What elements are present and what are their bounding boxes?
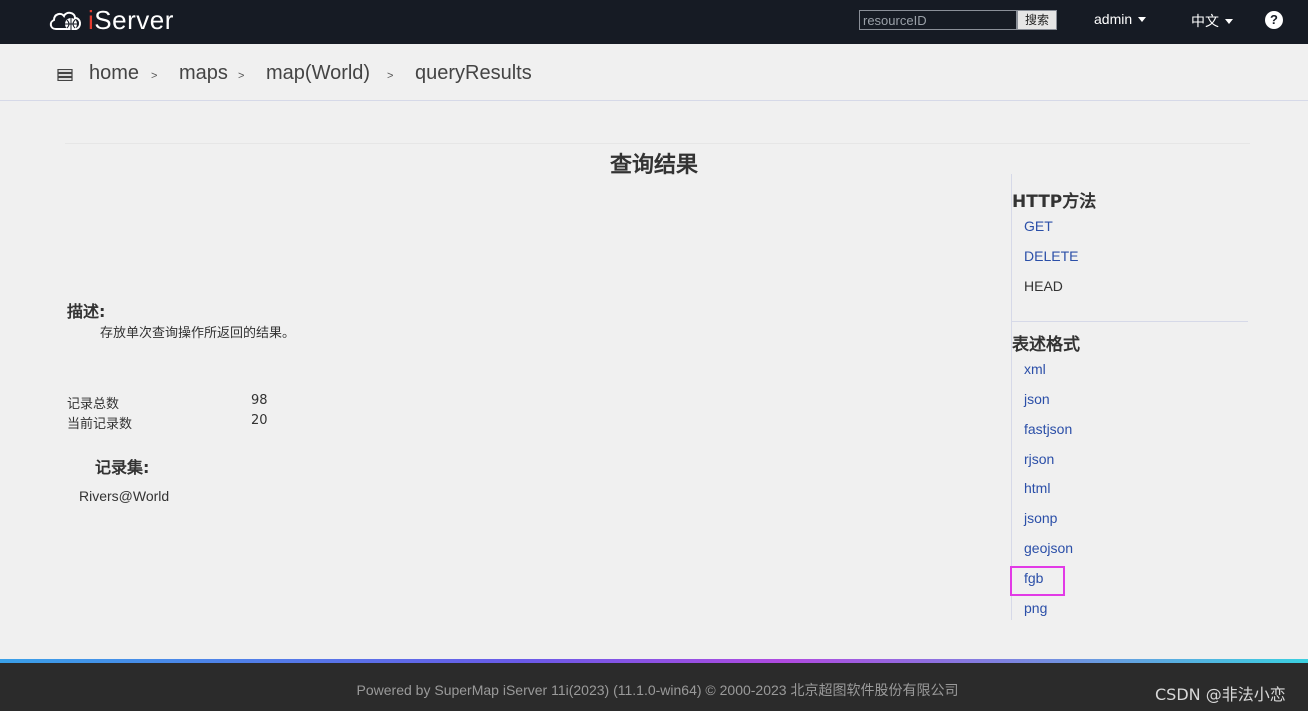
breadcrumb-separator: > [151,70,158,82]
breadcrumb-home[interactable]: home [89,62,139,85]
description-heading: 描述: [67,302,106,321]
title-divider [65,143,1250,144]
format-html[interactable]: html [1024,480,1050,496]
format-geojson[interactable]: geojson [1024,540,1073,556]
format-json[interactable]: json [1024,391,1050,407]
record-link-rivers-world[interactable]: Rivers@World [79,488,169,504]
logo-text: iServer [88,4,174,35]
sidebar-divider [1012,321,1248,322]
iserver-logo[interactable]: iServer [48,5,174,35]
format-xml[interactable]: xml [1024,361,1046,377]
caret-down-icon [1225,19,1233,24]
format-fastjson[interactable]: fastjson [1024,421,1072,437]
current-records-label: 当前记录数 [67,417,133,432]
user-menu-label: admin [1094,11,1133,27]
caret-down-icon [1138,17,1147,22]
current-records-value: 20 [251,413,268,428]
breadcrumb-query-results: queryResults [415,62,532,84]
cloud-globe-icon [49,11,81,30]
user-menu-dropdown[interactable]: admin [1094,11,1147,27]
fgb-highlight-box [1010,566,1065,596]
breadcrumb-separator: > [238,70,245,82]
http-method-head: HEAD [1024,278,1063,294]
footer-copyright: Powered by SuperMap iServer 11i(2023) (1… [356,682,959,698]
format-png[interactable]: png [1024,600,1047,616]
csdn-watermark: CSDN @非法小恋 [1155,685,1286,704]
server-list-icon [57,69,73,81]
breadcrumb-map-world[interactable]: map(World) [266,62,370,85]
format-rjson[interactable]: rjson [1024,451,1054,467]
description-text: 存放单次查询操作所返回的结果。 [100,326,296,341]
top-navbar: iServer 搜索 admin 中文 ? [0,0,1308,44]
http-method-delete[interactable]: DELETE [1024,248,1078,264]
formats-heading: 表述格式 [1012,335,1080,355]
breadcrumb-separator: > [387,70,394,82]
total-records-value: 98 [251,393,268,408]
breadcrumb-maps[interactable]: maps [179,62,228,85]
language-menu-label: 中文 [1191,13,1219,29]
records-heading: 记录集: [95,458,150,477]
http-method-get[interactable]: GET [1024,218,1053,234]
format-jsonp[interactable]: jsonp [1024,510,1057,526]
help-icon[interactable]: ? [1265,11,1283,29]
total-records-label: 记录总数 [67,397,120,412]
http-methods-heading: HTTP方法 [1012,192,1097,212]
resource-id-search-input[interactable] [859,10,1017,30]
language-menu-dropdown[interactable]: 中文 [1191,11,1233,31]
search-button[interactable]: 搜索 [1017,10,1057,30]
